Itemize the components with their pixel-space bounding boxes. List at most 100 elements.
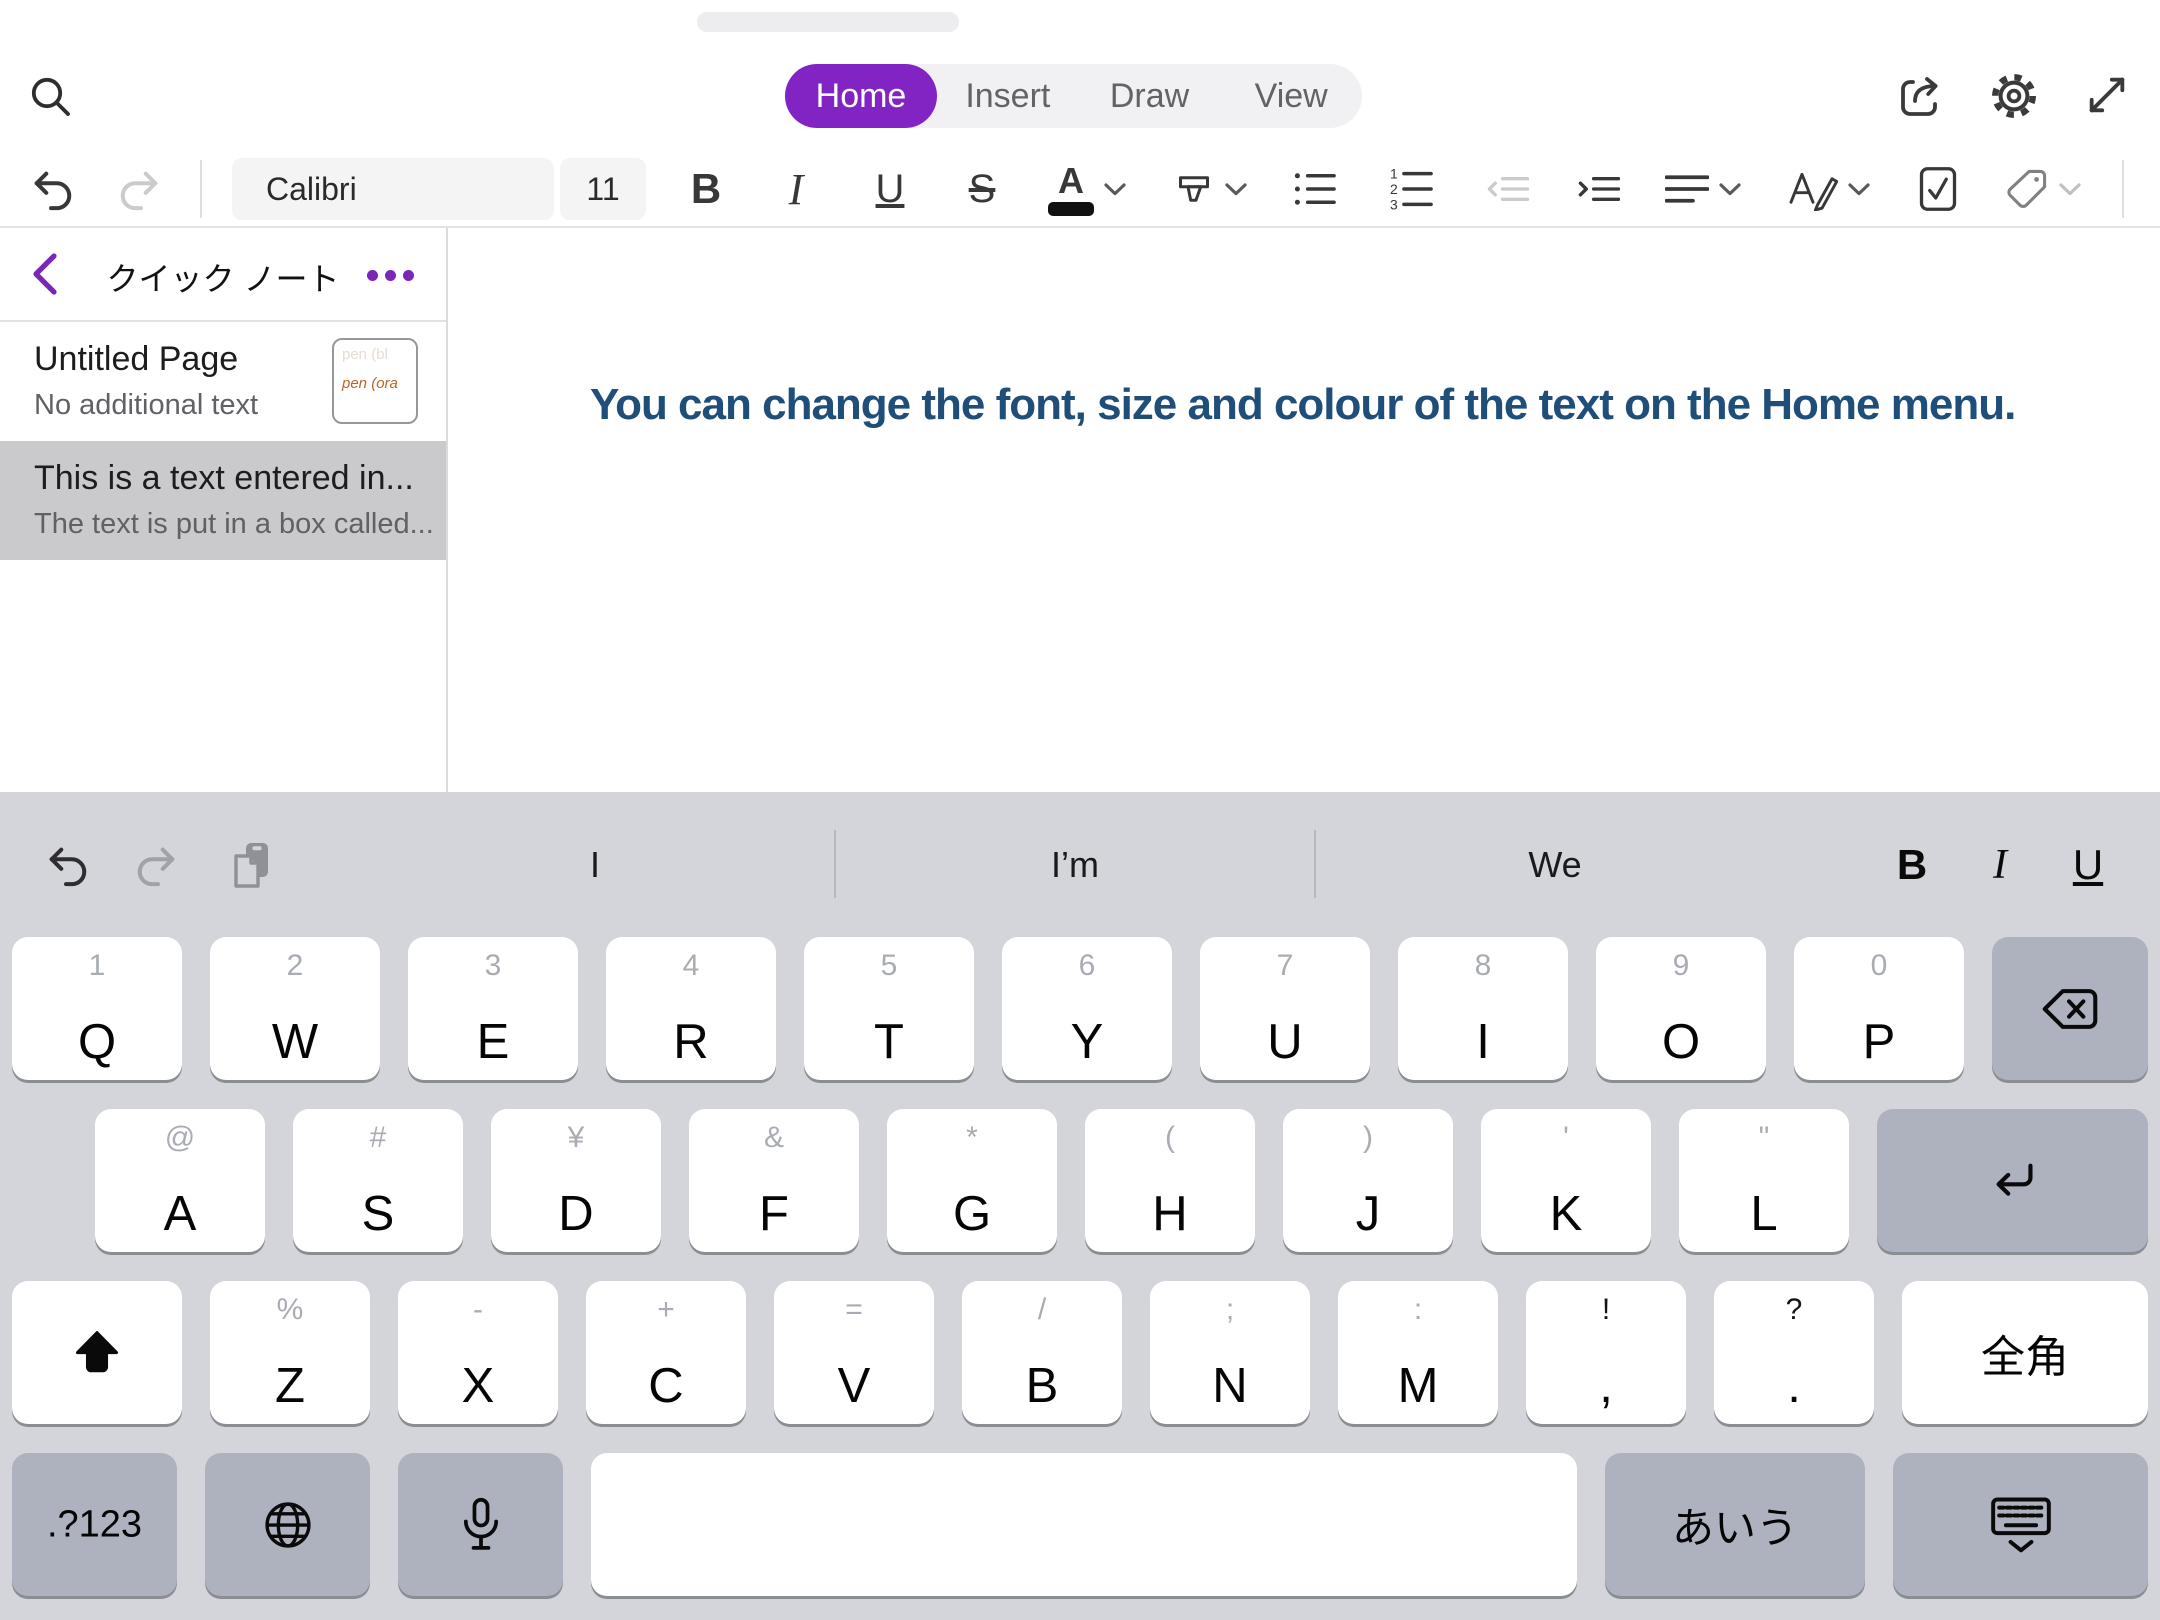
key-label: G [887,1186,1057,1242]
kb-undo-icon[interactable] [44,842,90,888]
font-color-button[interactable]: A [1032,152,1142,226]
key-Y[interactable]: 6Y [1002,937,1172,1080]
key-secondary-label: + [586,1293,746,1327]
key-X[interactable]: -X [398,1281,558,1424]
key-label: U [1200,1014,1370,1070]
key-secondary-label: ? [1714,1293,1874,1327]
key-label: . [1714,1358,1874,1414]
page-list-sidebar: クイック ノート Untitled Page No additional tex… [0,228,448,792]
key-secondary-label: 1 [12,949,182,983]
kb-bold-button[interactable]: B [1868,841,1956,889]
kb-underline-button[interactable]: U [2044,841,2132,889]
bullet-list-button[interactable] [1279,152,1351,226]
key-label: Q [12,1014,182,1070]
redo-icon[interactable] [116,152,164,226]
strikethrough-button[interactable]: S [946,152,1018,226]
ribbon-tabs: Home Insert Draw View [785,64,1362,128]
space-key[interactable] [591,1453,1577,1596]
fullscreen-icon[interactable] [2084,72,2132,120]
prediction-1[interactable]: I [355,792,835,937]
search-icon[interactable] [26,72,74,120]
key-label: Y [1002,1014,1172,1070]
globe-key[interactable] [205,1453,370,1596]
return-key[interactable] [1877,1109,2148,1252]
note-body-text[interactable]: You can change the font, size and colour… [590,380,2015,430]
key-K[interactable]: 'K [1481,1109,1651,1252]
key-G[interactable]: *G [887,1109,1057,1252]
bold-button[interactable]: B [670,152,742,226]
top-app-bar: Home Insert Draw View [0,0,2160,152]
tab-home[interactable]: Home [785,64,937,128]
key-R[interactable]: 4R [606,937,776,1080]
undo-icon[interactable] [28,152,76,226]
tab-draw[interactable]: Draw [1079,64,1221,128]
page-subtitle: The text is put in a box called... [34,508,446,541]
key-F[interactable]: &F [689,1109,859,1252]
zenkaku-key[interactable]: 全角 [1902,1281,2148,1424]
backspace-icon [2039,985,2101,1033]
todo-checkbox-button[interactable] [1902,152,1974,226]
return-icon [1986,1157,2040,1205]
font-name-field[interactable]: Calibri [232,158,554,220]
page-list-item[interactable]: Untitled Page No additional text pen (bl… [0,322,446,441]
share-icon[interactable] [1896,72,1944,120]
key-S[interactable]: #S [293,1109,463,1252]
alignment-button[interactable] [1648,152,1758,226]
key-label: , [1526,1358,1686,1414]
dismiss-keyboard-key[interactable] [1893,1453,2148,1596]
key-P[interactable]: 0P [1794,937,1964,1080]
numbers-mode-key[interactable]: .?123 [12,1453,177,1596]
key-label: A [95,1186,265,1242]
chevron-down-icon [1225,182,1247,196]
key-M[interactable]: :M [1338,1281,1498,1424]
more-options-icon[interactable] [367,270,414,281]
outdent-button[interactable] [1471,152,1543,226]
question-period-key[interactable]: ?. [1714,1281,1874,1424]
key-secondary-label: - [398,1293,558,1327]
key-J[interactable]: )J [1283,1109,1453,1252]
numbered-list-button[interactable]: 123 [1376,152,1448,226]
kb-redo-icon[interactable] [134,842,180,888]
key-A[interactable]: @A [95,1109,265,1252]
key-V[interactable]: =V [774,1281,934,1424]
key-L[interactable]: "L [1679,1109,1849,1252]
key-D[interactable]: ¥D [491,1109,661,1252]
indent-button[interactable] [1562,152,1634,226]
paste-icon[interactable] [226,839,278,891]
tab-view[interactable]: View [1220,64,1362,128]
delete-key[interactable] [1992,937,2148,1080]
dictation-key[interactable] [398,1453,563,1596]
key-I[interactable]: 8I [1398,937,1568,1080]
key-H[interactable]: (H [1085,1109,1255,1252]
key-U[interactable]: 7U [1200,937,1370,1080]
styles-button[interactable] [1774,152,1884,226]
prediction-2[interactable]: I’m [835,792,1315,937]
kana-mode-key[interactable]: あいう [1605,1453,1865,1596]
key-Q[interactable]: 1Q [12,937,182,1080]
key-T[interactable]: 5T [804,937,974,1080]
key-Z[interactable]: %Z [210,1281,370,1424]
key-N[interactable]: ;N [1150,1281,1310,1424]
key-label: W [210,1014,380,1070]
font-size-field[interactable]: 11 [560,158,646,220]
tag-button[interactable] [1988,152,2098,226]
key-E[interactable]: 3E [408,937,578,1080]
key-O[interactable]: 9O [1596,937,1766,1080]
gear-icon[interactable] [1990,72,2038,120]
italic-button[interactable]: I [760,152,832,226]
underline-button[interactable]: U [854,152,926,226]
key-label: H [1085,1186,1255,1242]
shift-key[interactable] [12,1281,182,1424]
window-grabber[interactable] [697,12,959,32]
exclamation-comma-key[interactable]: !, [1526,1281,1686,1424]
key-C[interactable]: +C [586,1281,746,1424]
highlighter-button[interactable] [1152,152,1268,226]
key-label: E [408,1014,578,1070]
key-B[interactable]: /B [962,1281,1122,1424]
kb-italic-button[interactable]: I [1956,841,2044,889]
toolbar-divider [200,160,202,218]
page-list-item-selected[interactable]: This is a text entered in... The text is… [0,441,446,560]
tab-insert[interactable]: Insert [937,64,1079,128]
prediction-3[interactable]: We [1315,792,1795,937]
key-W[interactable]: 2W [210,937,380,1080]
